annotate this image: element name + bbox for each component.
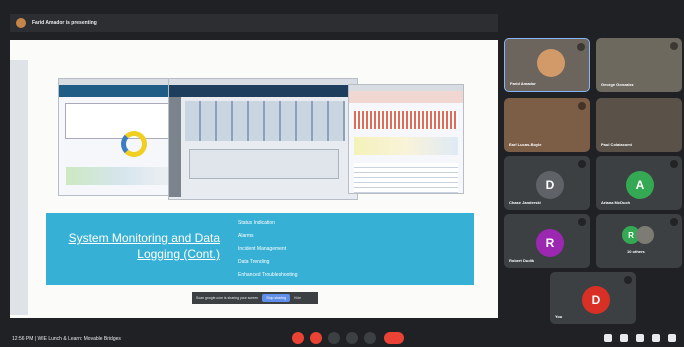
- presenting-icon: [577, 43, 585, 51]
- monitoring-screenshot-center: [168, 78, 358, 200]
- share-notice-text: Scan google.com is sharing your screen: [196, 296, 259, 300]
- participant-name: You: [555, 314, 563, 319]
- avatar: D: [536, 171, 564, 199]
- participant-name: Farid Amador: [510, 81, 536, 86]
- slide-title: System Monitoring and Data Logging (Cont…: [68, 231, 220, 261]
- participant-tile-paul-colaiacomi[interactable]: Paul Colaiacomi: [596, 98, 682, 152]
- host-controls-icon[interactable]: [668, 334, 676, 342]
- meeting-control-bar: 12:56 PM | WIE Lunch & Learn: Movable Br…: [0, 324, 684, 347]
- monitoring-screenshot-right: [348, 84, 464, 194]
- closed-captions-icon[interactable]: [328, 332, 340, 344]
- avatar: A: [626, 171, 654, 199]
- participant-tile-you[interactable]: D You: [550, 272, 636, 324]
- slide-bullet-data-trending: Data Trending: [238, 259, 270, 265]
- activities-icon[interactable]: [652, 334, 660, 342]
- slide-bullet-enhanced-troubleshooting: Enhanced Troubleshooting: [238, 272, 298, 278]
- slide-content-banner: System Monitoring and Data Logging (Cont…: [46, 213, 474, 285]
- participant-tile-farid-amador[interactable]: Farid Amador: [504, 38, 590, 92]
- meeting-info: 12:56 PM | WIE Lunch & Learn: Movable Br…: [12, 336, 121, 342]
- presentation-banner: Farid Amador is presenting: [10, 14, 498, 32]
- presenter-avatar: [16, 18, 26, 28]
- info-icon[interactable]: [604, 334, 612, 342]
- slide-bullet-list: Status Indication Alarms Incident Manage…: [238, 217, 298, 282]
- chat-icon[interactable]: [636, 334, 644, 342]
- camera-off-icon[interactable]: [310, 332, 322, 344]
- pin-icon: [670, 42, 678, 50]
- slide-bullet-alarms: Alarms: [238, 233, 254, 239]
- microphone-icon: [578, 218, 586, 226]
- meeting-title: WIE Lunch & Learn: Movable Bridges: [37, 336, 121, 342]
- slide-bullet-status-indication: Status Indication: [238, 220, 275, 226]
- microphone-icon: [578, 160, 586, 168]
- microphone-icon: [670, 218, 678, 226]
- participant-tile-earl-lucas-boyle[interactable]: Earl Lucas-Boyle: [504, 98, 590, 152]
- participant-name: George Gonzalez: [601, 82, 634, 87]
- more-options-icon[interactable]: [364, 332, 376, 344]
- microphone-icon: [670, 160, 678, 168]
- slide-thumbnail-strip: [10, 60, 28, 315]
- participant-name: Paul Colaiacomi: [601, 142, 632, 147]
- shared-screen[interactable]: System Monitoring and Data Logging (Cont…: [10, 40, 498, 318]
- presenting-text: Farid Amador is presenting: [32, 20, 97, 26]
- microphone-icon: [624, 276, 632, 284]
- participant-tile-ariana-mcduch[interactable]: A Ariana McDuch: [596, 156, 682, 210]
- pin-icon: [578, 102, 586, 110]
- microphone-off-icon[interactable]: [292, 332, 304, 344]
- participant-tile-chase-janderski[interactable]: D Chase Janderski: [504, 156, 590, 210]
- participant-name: Robert Dudik: [509, 258, 535, 263]
- avatar: [636, 226, 654, 244]
- avatar: R: [536, 229, 564, 257]
- participant-tile-george-gonzalez[interactable]: George Gonzalez: [596, 38, 682, 92]
- participant-tile-10-others[interactable]: R 10 others: [596, 214, 682, 268]
- meeting-time: 12:56 PM: [12, 336, 34, 342]
- end-call-button[interactable]: [384, 332, 404, 344]
- avatar: D: [582, 286, 610, 314]
- participant-name: Chase Janderski: [509, 200, 541, 205]
- present-screen-icon[interactable]: [346, 332, 358, 344]
- screen-share-control-bar: Scan google.com is sharing your screen S…: [192, 292, 318, 304]
- participant-name: Earl Lucas-Boyle: [509, 142, 542, 147]
- participant-name: Ariana McDuch: [601, 200, 631, 205]
- stop-sharing-button[interactable]: Stop sharing: [262, 294, 290, 302]
- participants-icon[interactable]: [620, 334, 628, 342]
- participant-tile-robert-dudik[interactable]: R Robert Dudik: [504, 214, 590, 268]
- hide-share-bar-button[interactable]: Hide: [294, 296, 301, 300]
- slide-bullet-incident-management: Incident Management: [238, 246, 287, 252]
- participant-name: 10 others: [627, 249, 645, 254]
